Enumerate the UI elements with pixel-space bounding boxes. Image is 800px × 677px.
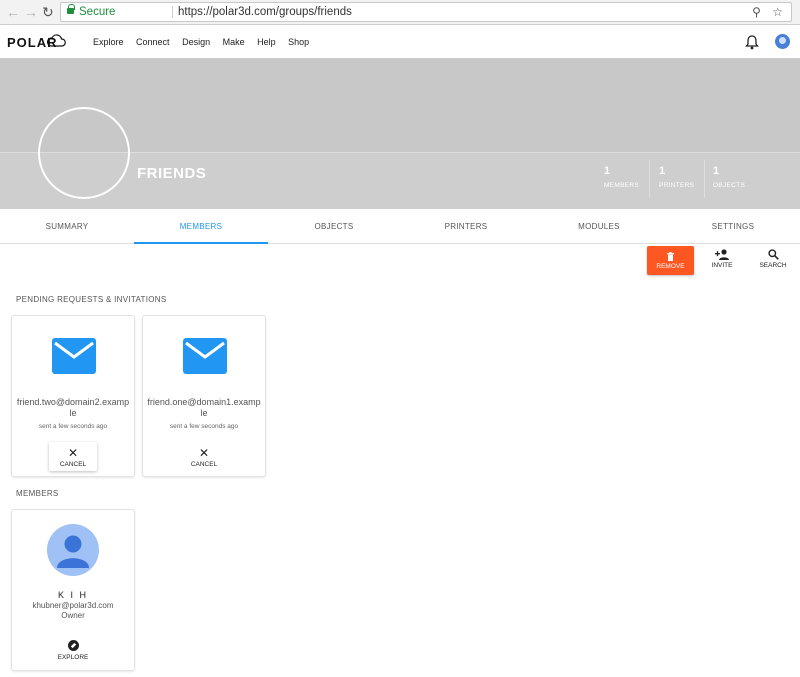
compass-icon — [67, 640, 79, 651]
stat-members: 1 MEMBERS — [604, 165, 639, 189]
stat-printers: 1 PRINTERS — [659, 165, 695, 189]
group-banner: FRIENDS 1 MEMBERS 1 PRINTERS 1 OBJECTS — [0, 59, 800, 209]
mail-icon — [52, 338, 96, 374]
zoom-icon[interactable]: ⚲ — [752, 5, 761, 19]
cancel-label: CANCEL — [59, 461, 87, 468]
nav-design[interactable]: Design — [182, 37, 210, 47]
member-role: Owner — [61, 611, 85, 620]
trash-icon — [667, 252, 674, 261]
nav-explore[interactable]: Explore — [93, 37, 124, 47]
back-arrow-icon[interactable]: ← — [6, 4, 20, 20]
group-title: FRIENDS — [137, 165, 207, 182]
member-card: K I H khubner@polar3d.com Owner EXPLORE — [12, 510, 134, 670]
nav-shop[interactable]: Shop — [288, 37, 309, 47]
pending-heading: PENDING REQUESTS & INVITATIONS — [16, 295, 167, 304]
explore-button[interactable]: EXPLORE — [48, 640, 98, 661]
forward-arrow-icon[interactable]: → — [24, 4, 38, 20]
cancel-invite-button[interactable]: ✕ CANCEL — [180, 442, 228, 471]
mail-icon — [183, 338, 227, 374]
pending-invite-card: friend.one@domain1.example sent a few se… — [143, 316, 265, 476]
tab-modules[interactable]: MODULES — [532, 209, 666, 244]
invite-button[interactable]: INVITE — [702, 249, 742, 269]
main-nav: Explore Connect Design Make Help Shop — [93, 37, 319, 47]
tab-objects[interactable]: OBJECTS — [268, 209, 400, 244]
nav-make[interactable]: Make — [223, 37, 245, 47]
reload-icon[interactable]: ↻ — [42, 4, 54, 20]
invite-time: sent a few seconds ago — [38, 423, 108, 430]
tab-summary[interactable]: SUMMARY — [0, 209, 134, 244]
group-tabs: SUMMARY MEMBERS OBJECTS PRINTERS MODULES… — [0, 209, 800, 244]
notification-bell-icon[interactable] — [745, 34, 759, 50]
user-avatar[interactable] — [775, 34, 790, 49]
group-image — [38, 107, 130, 199]
search-label: SEARCH — [759, 262, 787, 269]
close-icon: ✕ — [67, 446, 79, 460]
stat-divider — [704, 160, 705, 198]
member-email: khubner@polar3d.com — [32, 601, 114, 610]
browser-toolbar: ← → ↻ Secure https://polar3d.com/groups/… — [0, 0, 800, 25]
invite-email: friend.one@domain1.example — [147, 397, 261, 418]
person-icon — [57, 535, 89, 568]
tab-members[interactable]: MEMBERS — [134, 209, 268, 244]
remove-button[interactable]: REMOVE — [647, 246, 694, 275]
lock-icon — [67, 4, 75, 14]
secure-label: Secure — [79, 6, 116, 18]
nav-help[interactable]: Help — [257, 37, 276, 47]
cancel-label: CANCEL — [190, 461, 218, 468]
app-header: POLAR Explore Connect Design Make Help S… — [0, 25, 800, 59]
nav-connect[interactable]: Connect — [136, 37, 170, 47]
cancel-invite-button[interactable]: ✕ CANCEL — [49, 442, 97, 471]
search-button[interactable]: SEARCH — [753, 249, 793, 269]
search-icon — [767, 249, 779, 260]
stat-divider — [649, 160, 650, 198]
explore-label: EXPLORE — [57, 654, 89, 661]
invite-email: friend.two@domain2.example — [16, 397, 130, 418]
close-icon: ✕ — [198, 446, 210, 460]
remove-label: REMOVE — [656, 263, 685, 270]
invite-label: INVITE — [711, 262, 733, 269]
invite-time: sent a few seconds ago — [169, 423, 239, 430]
pending-invite-card: friend.two@domain2.example sent a few se… — [12, 316, 134, 476]
url-divider — [172, 6, 173, 18]
url-text[interactable]: https://polar3d.com/groups/friends — [178, 3, 352, 21]
cloud-logo-icon — [46, 34, 66, 47]
member-name: K I H — [57, 590, 88, 600]
bookmark-star-icon[interactable]: ☆ — [772, 5, 783, 19]
member-avatar — [47, 524, 99, 576]
add-person-icon — [715, 249, 729, 260]
stat-objects: 1 OBJECTS — [713, 165, 746, 189]
tab-settings[interactable]: SETTINGS — [666, 209, 800, 244]
address-bar[interactable]: Secure https://polar3d.com/groups/friend… — [60, 2, 792, 22]
tab-printers[interactable]: PRINTERS — [400, 209, 532, 244]
members-heading: MEMBERS — [16, 489, 59, 498]
